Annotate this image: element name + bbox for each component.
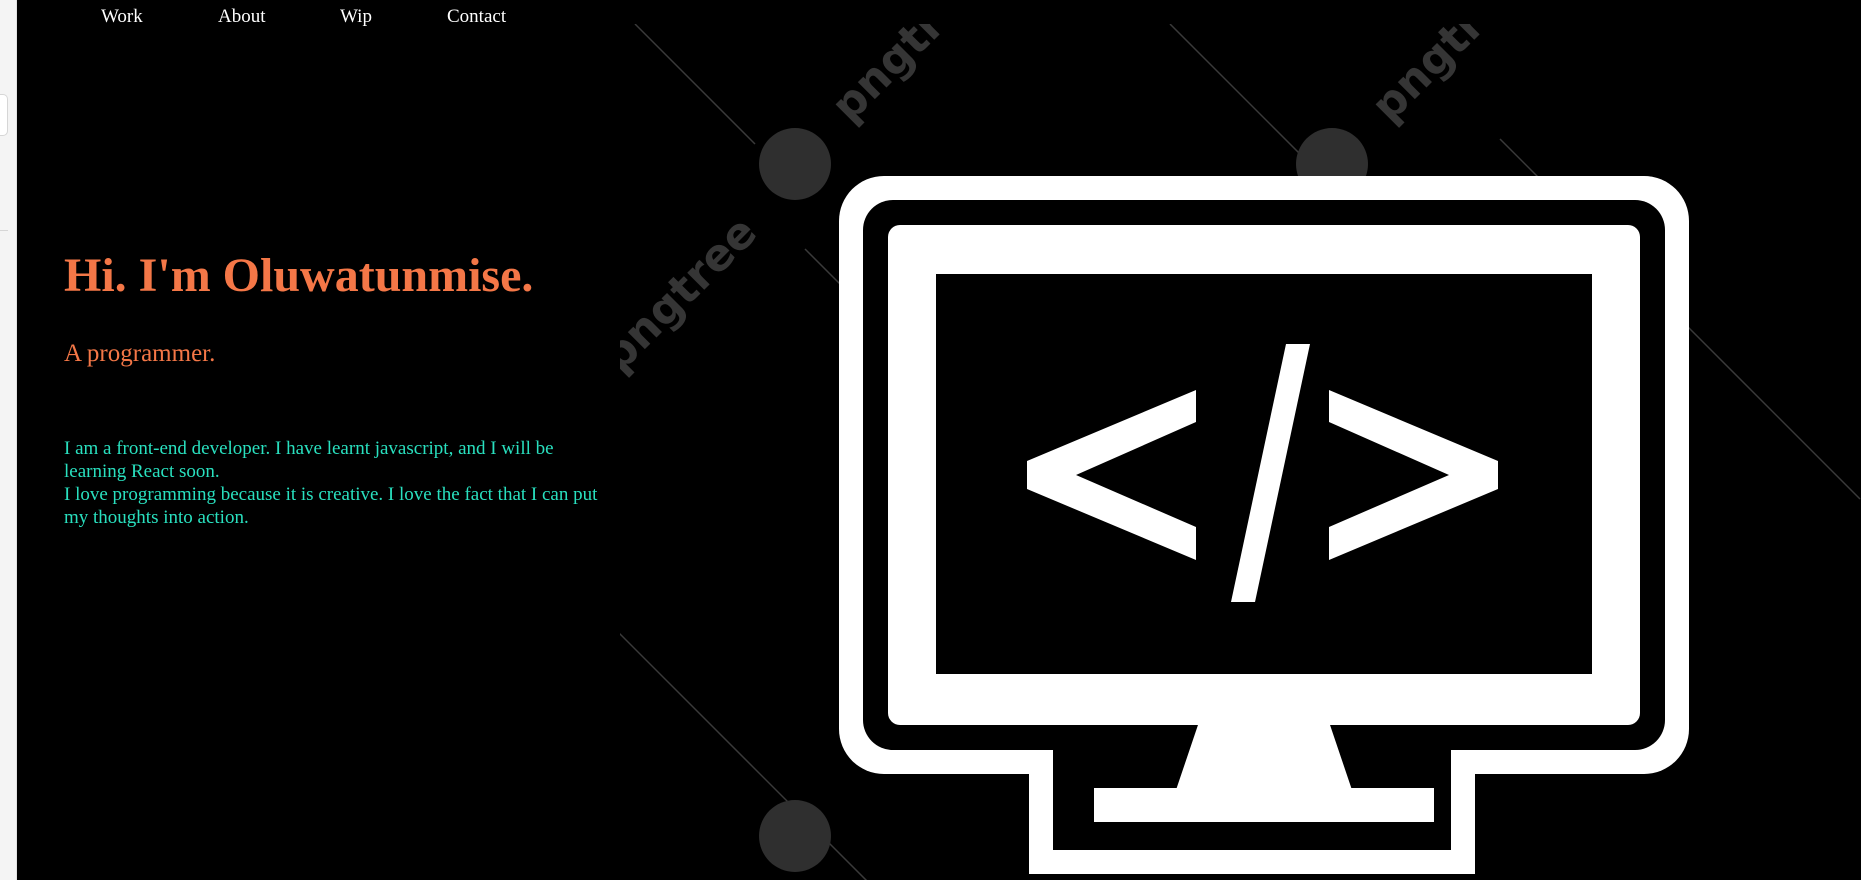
monitor-stand-base — [1094, 788, 1434, 822]
bio-line-1: I am a front-end developer. I have learn… — [64, 438, 554, 482]
monitor-stand-neck — [1176, 719, 1352, 790]
bio-text: I am a front-end developer. I have learn… — [64, 437, 604, 529]
bio-line-2: I love programming because it is creativ… — [64, 484, 598, 528]
monitor-code-illustration: pngtree pngtree pngtree pngtree pngtree … — [620, 24, 1861, 880]
nav-link-work[interactable]: Work — [101, 6, 143, 28]
gutter-tab-handle[interactable] — [0, 94, 8, 136]
svg-text:pngtree: pngtree — [620, 207, 767, 382]
nav-link-wip[interactable]: Wip — [340, 6, 372, 28]
nav-link-contact[interactable]: Contact — [447, 6, 506, 28]
gutter-divider — [0, 230, 8, 231]
hero-subtitle: A programmer. — [64, 340, 216, 367]
nav-link-about[interactable]: About — [218, 6, 266, 28]
svg-text:pngtree: pngtree — [1362, 24, 1537, 132]
page-canvas: Work About Wip Contact Hi. I'm Oluwatunm… — [17, 0, 1861, 880]
browser-left-gutter — [0, 0, 17, 880]
svg-text:pngtree: pngtree — [822, 24, 997, 132]
hero-title: Hi. I'm Oluwatunmise. — [64, 249, 534, 302]
